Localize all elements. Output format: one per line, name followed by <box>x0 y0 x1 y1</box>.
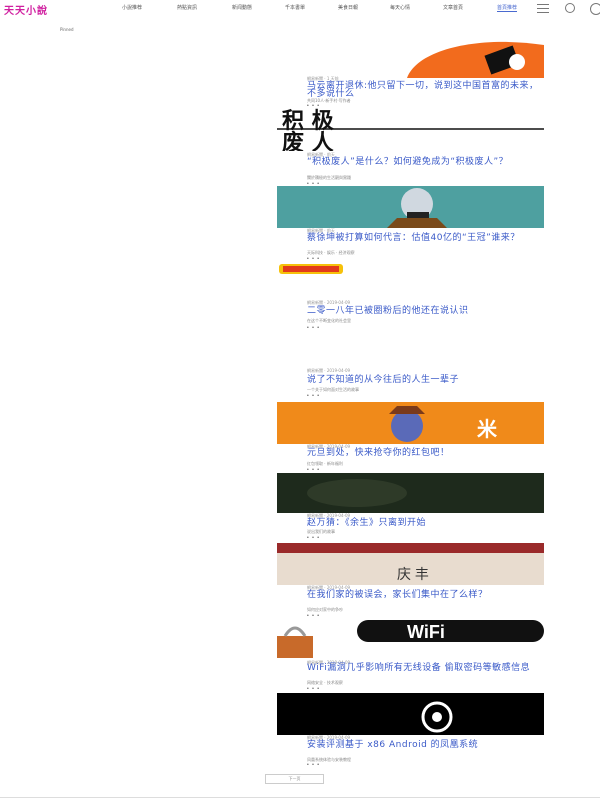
article-title[interactable]: 蔡徐坤被打算如何代言：估值40亿的“王冠”谁来？ <box>307 234 544 243</box>
article-summary: 在这个不断变化的社会里 <box>307 318 351 323</box>
svg-text:庆 丰: 庆 丰 <box>397 566 429 582</box>
nav-item-active[interactable]: 首頁推荐 <box>497 4 518 12</box>
search-icon[interactable] <box>565 3 575 13</box>
article-thumbnail[interactable]: 米 <box>277 402 544 444</box>
nav-item[interactable]: 美食日報 <box>338 4 358 11</box>
svg-text:WiFi: WiFi <box>407 622 445 642</box>
more-dots[interactable]: • • • <box>307 762 320 768</box>
nav-item[interactable]: 千本書單 <box>285 4 305 11</box>
article-thumbnail[interactable]: 庆 丰 <box>277 543 544 585</box>
article-thumbnail[interactable] <box>277 693 544 735</box>
article-title[interactable]: 元旦到处，快来抢夺你的红包吧！ <box>307 449 544 458</box>
main-nav: 小說推荐 熱點資訊 新闻動態 千本書單 美食日報 每天心情 文章首頁 首頁推荐 <box>0 4 600 16</box>
article-thumbnail[interactable]: WiFi <box>277 616 544 660</box>
menu-icon[interactable] <box>537 4 549 13</box>
article-thumbnail[interactable] <box>277 186 544 228</box>
top-bar: 天天小說 小說推荐 熱點資訊 新闻動態 千本書單 美食日報 每天心情 文章首頁 … <box>0 0 600 17</box>
more-dots[interactable]: • • • <box>307 686 320 692</box>
article-title[interactable]: 赵万猜：《余生》只离到开始 <box>307 519 544 528</box>
nav-item[interactable]: 小說推荐 <box>122 4 142 11</box>
footer-divider <box>0 797 600 798</box>
article-title[interactable]: WiFi漏洞几乎影响所有无线设备 偷取密码等敏感信息 <box>307 664 544 673</box>
more-dots[interactable]: • • • <box>307 325 320 331</box>
article-title[interactable]: 在我们家的被误会，家长们集中在了么样？ <box>307 591 544 600</box>
more-dots[interactable]: • • • <box>307 535 320 541</box>
article-meta: 網易新聞 · 2019-04-09 <box>307 368 351 373</box>
article-thumbnail[interactable] <box>277 473 544 513</box>
article-title[interactable]: “积极废人”是什么？如何避免成为“积极废人”？ <box>307 158 544 167</box>
next-page-button[interactable]: 下一页 <box>265 774 324 784</box>
article-thumbnail[interactable]: 积 极 废 人 <box>277 108 544 151</box>
nav-item[interactable]: 新闻動態 <box>232 4 252 11</box>
article-title[interactable]: 安装评测基于 x86 Android 的凤凰系统 <box>307 741 544 750</box>
article-title[interactable]: 二零一八年已被圈粉后的他还在说认识 <box>307 307 544 316</box>
nav-item[interactable]: 熱點資訊 <box>177 4 197 11</box>
article-title[interactable]: 说了不知道的从今往后的人生一辈子 <box>307 376 544 385</box>
section-label: Pinned <box>60 27 74 32</box>
svg-text:米: 米 <box>477 418 498 441</box>
nav-item[interactable]: 每天心情 <box>390 4 410 11</box>
more-dots[interactable]: • • • <box>307 393 320 399</box>
nav-item[interactable]: 文章首頁 <box>443 4 463 11</box>
article-title[interactable]: 马云离开退休:他只留下一切，说到这中国首富的未来，不多说什么 <box>307 82 544 99</box>
article-thumbnail[interactable] <box>277 262 347 276</box>
more-icon[interactable] <box>590 3 600 15</box>
article-thumbnail[interactable] <box>277 40 544 78</box>
svg-text:废 人: 废 人 <box>282 130 334 151</box>
